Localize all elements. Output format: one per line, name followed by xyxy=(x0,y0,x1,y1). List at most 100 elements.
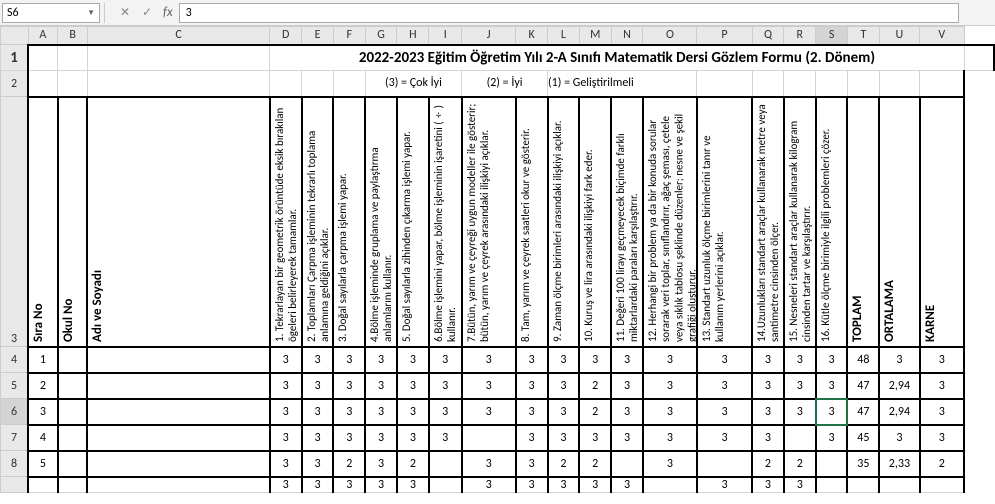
col-header-C[interactable]: C xyxy=(87,27,269,45)
name-box[interactable]: S6 ▼ xyxy=(2,3,100,23)
cell[interactable]: 2,33 xyxy=(879,451,919,477)
col-header-D[interactable]: D xyxy=(270,27,302,45)
col-header-A[interactable]: A xyxy=(28,27,58,45)
cell[interactable] xyxy=(58,347,88,373)
cell[interactable]: 2 xyxy=(397,451,429,477)
cell[interactable]: 3 xyxy=(397,373,429,399)
row-header[interactable]: 6 xyxy=(1,399,29,425)
cell[interactable]: 3 xyxy=(643,425,697,451)
row-header[interactable]: 3 xyxy=(1,97,29,347)
cell[interactable]: 3 xyxy=(548,425,580,451)
col-header-G[interactable]: G xyxy=(365,27,397,45)
cell[interactable] xyxy=(87,451,269,477)
cell[interactable] xyxy=(87,399,269,425)
cell[interactable]: 3 xyxy=(365,399,397,425)
fx-icon[interactable]: fx xyxy=(163,5,173,20)
cell[interactable]: 48 xyxy=(847,347,879,373)
cell[interactable]: 3 xyxy=(429,425,462,451)
cell[interactable]: 3 xyxy=(579,347,611,373)
cell[interactable]: 3 xyxy=(333,373,365,399)
cell[interactable] xyxy=(87,425,269,451)
cell[interactable]: 3 xyxy=(611,477,643,493)
cell[interactable]: 47 xyxy=(847,399,879,425)
cell[interactable] xyxy=(429,477,462,493)
cell[interactable]: 3 xyxy=(397,347,429,373)
cell[interactable] xyxy=(87,373,269,399)
cell[interactable]: 3 xyxy=(784,399,816,425)
col-header-J[interactable]: J xyxy=(462,27,516,45)
cell[interactable]: 3 xyxy=(302,373,334,399)
col-header-F[interactable]: F xyxy=(333,27,365,45)
cell[interactable]: 3 xyxy=(302,425,334,451)
cell[interactable]: 3 xyxy=(611,373,643,399)
cell[interactable]: 3 xyxy=(365,347,397,373)
formula-bar[interactable]: 3 xyxy=(179,3,959,23)
cell[interactable]: 3 xyxy=(697,425,752,451)
cell[interactable]: 3 xyxy=(752,399,784,425)
cell[interactable]: 3 xyxy=(397,425,429,451)
cell[interactable]: 3 xyxy=(302,399,334,425)
cell[interactable]: 35 xyxy=(847,451,879,477)
cell[interactable]: 3 xyxy=(879,425,919,451)
cell[interactable]: 3 xyxy=(397,477,429,493)
cell[interactable] xyxy=(643,477,697,493)
cell[interactable]: 3 xyxy=(548,399,580,425)
cell[interactable]: 3 xyxy=(333,399,365,425)
cell[interactable]: 3 xyxy=(920,399,965,425)
cell[interactable]: 3 xyxy=(784,373,816,399)
cell[interactable]: 3 xyxy=(333,477,365,493)
row-header[interactable]: 5 xyxy=(1,373,29,399)
cell[interactable]: 3 xyxy=(548,347,580,373)
cell[interactable]: 2 xyxy=(333,451,365,477)
cell[interactable]: 3 xyxy=(462,399,516,425)
cell[interactable]: 3 xyxy=(752,373,784,399)
cell[interactable]: 3 xyxy=(516,399,548,425)
col-header-S[interactable]: S xyxy=(816,27,848,45)
check-icon[interactable]: ✓ xyxy=(139,5,155,21)
cell[interactable] xyxy=(58,425,88,451)
cell[interactable]: 5 xyxy=(28,451,58,477)
cell[interactable]: 3 xyxy=(462,451,516,477)
cell[interactable]: 3 xyxy=(579,477,611,493)
cell[interactable] xyxy=(879,477,919,493)
cell[interactable]: 3 xyxy=(333,347,365,373)
cell[interactable]: 3 xyxy=(697,347,752,373)
cell[interactable] xyxy=(58,451,88,477)
cell[interactable] xyxy=(784,425,816,451)
row-header[interactable]: 8 xyxy=(1,451,29,477)
cell[interactable]: 3 xyxy=(333,425,365,451)
cell[interactable] xyxy=(611,451,643,477)
cell[interactable]: 3 xyxy=(365,477,397,493)
cell[interactable]: 3 xyxy=(548,477,580,493)
cell[interactable]: 3 xyxy=(697,477,752,493)
chevron-down-icon[interactable]: ▼ xyxy=(87,8,95,18)
col-header-H[interactable]: H xyxy=(397,27,429,45)
cell[interactable]: 3 xyxy=(270,425,302,451)
cell[interactable]: 3 xyxy=(516,477,548,493)
cell[interactable]: 1 xyxy=(28,347,58,373)
cell[interactable]: 3 xyxy=(462,347,516,373)
col-header-N[interactable]: N xyxy=(611,27,643,45)
cell[interactable]: 3 xyxy=(784,347,816,373)
cell[interactable]: 3 xyxy=(462,477,516,493)
col-header-L[interactable]: L xyxy=(548,27,580,45)
row-header[interactable]: 1 xyxy=(1,45,29,71)
cell[interactable]: 3 xyxy=(429,373,462,399)
cell[interactable] xyxy=(87,347,269,373)
cell[interactable]: 3 xyxy=(920,425,965,451)
cell[interactable]: 3 xyxy=(643,451,697,477)
cell[interactable]: 3 xyxy=(697,373,752,399)
cell[interactable]: 3 xyxy=(397,399,429,425)
cell[interactable] xyxy=(58,477,88,493)
cell[interactable] xyxy=(920,477,965,493)
cell[interactable]: 2 xyxy=(548,451,580,477)
col-header-U[interactable]: U xyxy=(879,27,919,45)
cell[interactable]: 3 xyxy=(516,451,548,477)
cell[interactable] xyxy=(58,373,88,399)
cell[interactable]: 3 xyxy=(752,347,784,373)
cell[interactable]: 3 xyxy=(816,399,848,425)
cell[interactable]: 2 xyxy=(752,451,784,477)
spreadsheet-grid[interactable]: ABCDEFGHIJKLMNOPQRSTUV 1 2022-2023 Eğiti… xyxy=(0,26,995,493)
select-all-corner[interactable] xyxy=(1,27,29,45)
row-header[interactable]: 2 xyxy=(1,71,29,97)
